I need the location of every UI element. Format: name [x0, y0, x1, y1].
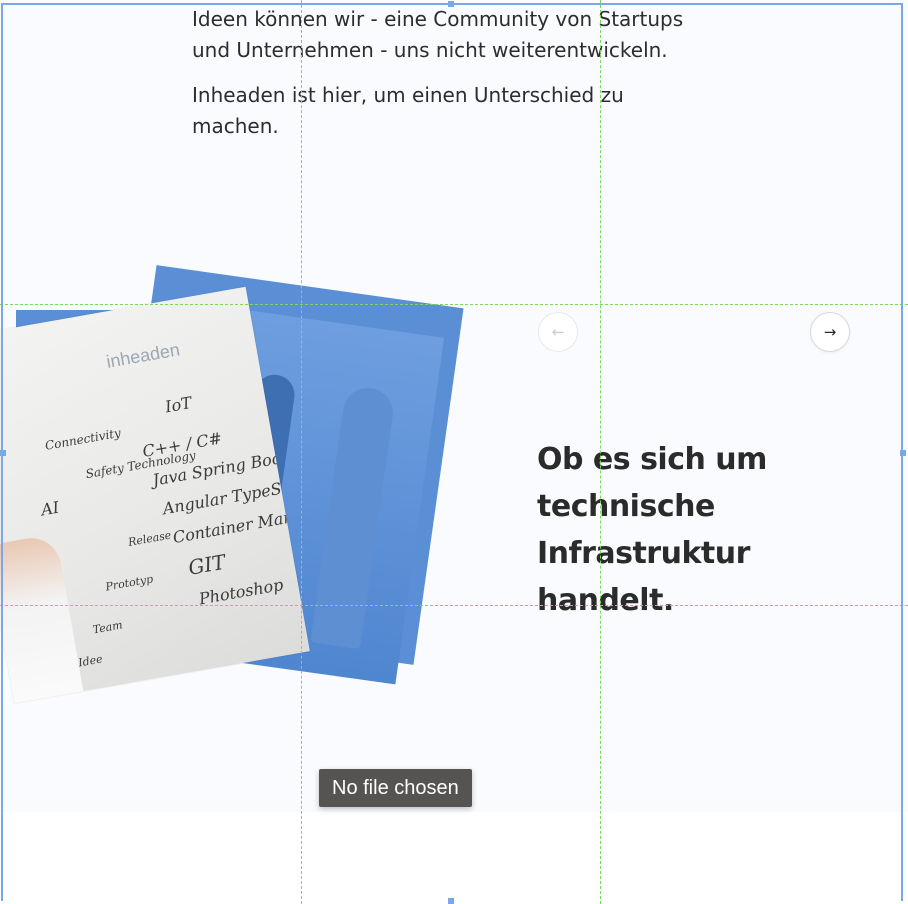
person-figure: [310, 384, 397, 650]
whiteboard-bubble: Connectivity: [43, 425, 122, 453]
whiteboard-label: Team: [91, 618, 124, 637]
slide-headline: Ob es sich um technische Infrastruktur h…: [537, 442, 767, 618]
selection-handle[interactable]: [900, 450, 906, 456]
intro-paragraph-2: Inheaden ist hier, um einen Unterschied …: [192, 83, 624, 138]
slider-prev-button[interactable]: ←: [538, 312, 578, 352]
file-input-tooltip: No file chosen: [319, 769, 472, 807]
selection-handle[interactable]: [0, 450, 6, 456]
whiteboard-label: Release: [127, 528, 173, 549]
arrow-right-icon: →: [823, 323, 837, 341]
whiteboard-logo: inheaden: [104, 339, 182, 372]
whiteboard-bubble: AI: [39, 497, 61, 520]
whiteboard-label: Idee: [77, 652, 104, 670]
selection-handle[interactable]: [448, 1, 454, 7]
whiteboard-bubble: IoT: [163, 393, 194, 417]
whiteboard-note: Photoshop: [197, 574, 285, 609]
whiteboard-label: Prototyp: [104, 572, 155, 594]
whiteboard-note: GIT: [186, 549, 228, 580]
intro-paragraph-1: Ideen können wir - eine Community von St…: [192, 7, 684, 62]
arrow-left-icon: ←: [551, 323, 565, 341]
selection-handle[interactable]: [448, 898, 454, 904]
image-stack: inheaden IoT Safety Technology Connectiv…: [0, 265, 470, 704]
intro-text: Ideen können wir - eine Community von St…: [192, 4, 712, 156]
presenter-arm: [0, 533, 94, 704]
page-canvas: Ideen können wir - eine Community von St…: [0, 0, 908, 904]
slider-next-button[interactable]: →: [810, 312, 850, 352]
